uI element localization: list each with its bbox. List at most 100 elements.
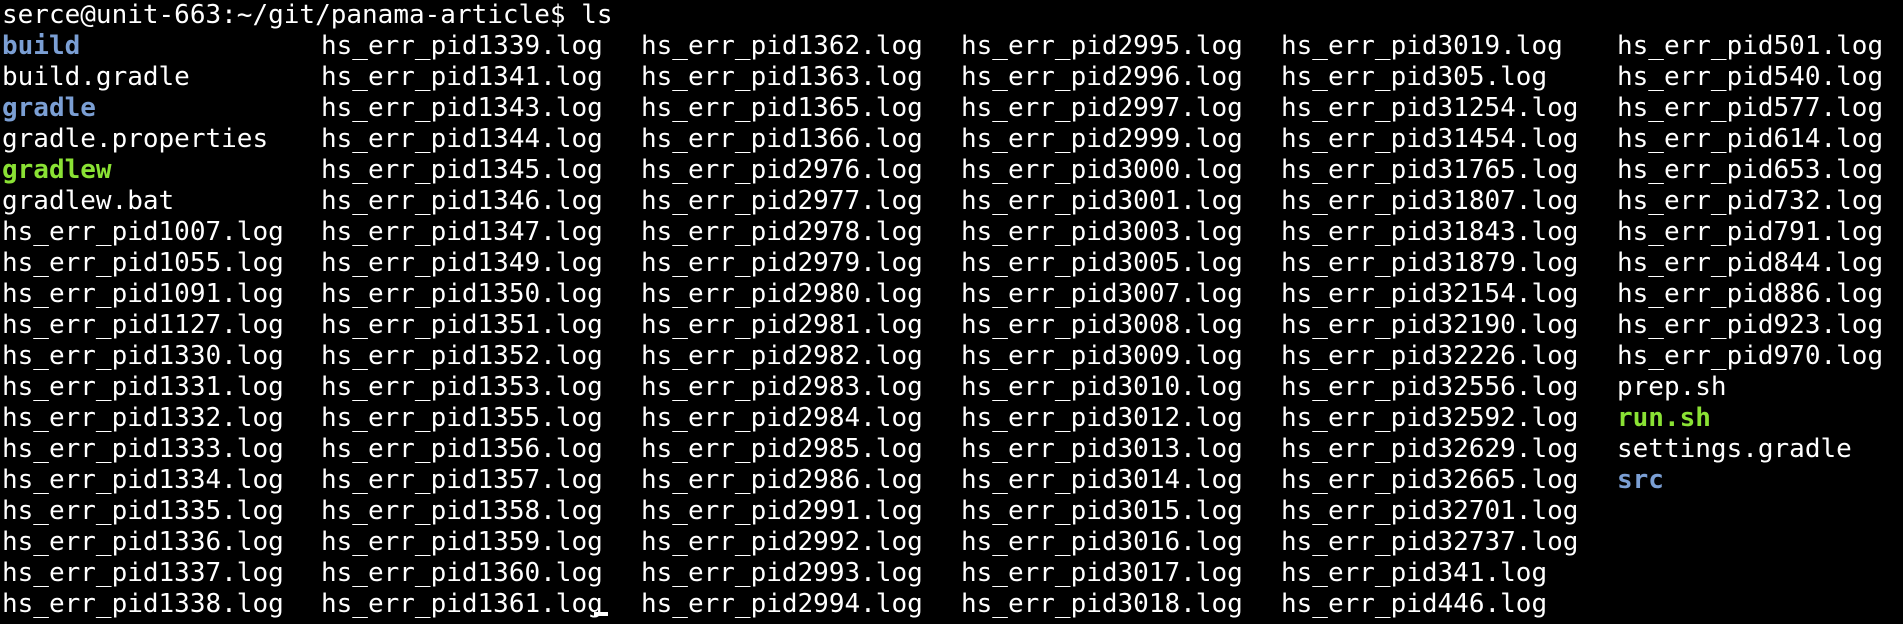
directory-entry: gradle (2, 93, 96, 123)
file-entry: gradlew.bat (2, 186, 175, 216)
file-entry: hs_err_pid1091.log (2, 279, 284, 309)
file-entry: hs_err_pid1365.log (641, 93, 923, 123)
file-entry: hs_err_pid32154.log (1281, 279, 1579, 309)
file-entry: hs_err_pid2999.log (961, 124, 1243, 154)
file-entry: hs_err_pid1363.log (641, 62, 923, 92)
file-entry: hs_err_pid970.log (1617, 341, 1884, 371)
file-entry: hs_err_pid3019.log (1281, 31, 1563, 61)
file-entry: hs_err_pid32226.log (1281, 341, 1579, 371)
file-entry: hs_err_pid2994.log (641, 589, 923, 619)
file-entry: hs_err_pid3007.log (961, 279, 1243, 309)
file-entry: hs_err_pid653.log (1617, 155, 1884, 185)
file-entry: hs_err_pid2979.log (641, 248, 923, 278)
file-entry: hs_err_pid1356.log (321, 434, 603, 464)
file-entry: hs_err_pid1345.log (321, 155, 603, 185)
executable-entry: run.sh (1617, 403, 1711, 433)
file-entry: hs_err_pid31843.log (1281, 217, 1579, 247)
file-entry: hs_err_pid1357.log (321, 465, 603, 495)
file-entry: hs_err_pid540.log (1617, 62, 1884, 92)
file-entry: hs_err_pid31254.log (1281, 93, 1579, 123)
file-entry: hs_err_pid2986.log (641, 465, 923, 495)
file-entry: hs_err_pid1366.log (641, 124, 923, 154)
file-entry: hs_err_pid2981.log (641, 310, 923, 340)
file-entry: hs_err_pid3005.log (961, 248, 1243, 278)
file-entry: hs_err_pid31454.log (1281, 124, 1579, 154)
file-entry: hs_err_pid341.log (1281, 558, 1548, 588)
file-entry: hs_err_pid3017.log (961, 558, 1243, 588)
file-entry: hs_err_pid1351.log (321, 310, 603, 340)
file-entry: gradle.properties (2, 124, 269, 154)
file-entry: hs_err_pid32190.log (1281, 310, 1579, 340)
file-entry: hs_err_pid923.log (1617, 310, 1884, 340)
file-entry: hs_err_pid1007.log (2, 217, 284, 247)
file-entry: hs_err_pid614.log (1617, 124, 1884, 154)
file-entry: hs_err_pid1338.log (2, 589, 284, 619)
text-cursor (594, 612, 608, 616)
file-entry: hs_err_pid32592.log (1281, 403, 1579, 433)
file-entry: hs_err_pid1360.log (321, 558, 603, 588)
file-entry: hs_err_pid1331.log (2, 372, 284, 402)
file-entry: hs_err_pid2992.log (641, 527, 923, 557)
command-text: ls (581, 0, 613, 30)
shell-prompt: serce@unit-663:~/git/panama-article$ (2, 0, 566, 30)
listing-column-6: hs_err_pid501.log hs_err_pid540.log hs_err… (1617, 31, 1883, 496)
file-entry: hs_err_pid1341.log (321, 62, 603, 92)
file-entry: hs_err_pid2978.log (641, 217, 923, 247)
file-entry: hs_err_pid2982.log (641, 341, 923, 371)
file-entry: hs_err_pid3015.log (961, 496, 1243, 526)
file-entry: hs_err_pid1344.log (321, 124, 603, 154)
file-entry: hs_err_pid1336.log (2, 527, 284, 557)
file-entry: hs_err_pid886.log (1617, 279, 1884, 309)
executable-entry: gradlew (2, 155, 112, 185)
file-entry: hs_err_pid1346.log (321, 186, 603, 216)
file-entry: hs_err_pid577.log (1617, 93, 1884, 123)
file-entry: build.gradle (2, 62, 190, 92)
file-entry: hs_err_pid3001.log (961, 186, 1243, 216)
file-entry: hs_err_pid31879.log (1281, 248, 1579, 278)
file-entry: hs_err_pid2995.log (961, 31, 1243, 61)
file-entry: hs_err_pid1335.log (2, 496, 284, 526)
terminal-window[interactable]: serce@unit-663:~/git/panama-article$ ls … (0, 0, 1903, 624)
file-entry: hs_err_pid2991.log (641, 496, 923, 526)
file-entry: hs_err_pid305.log (1281, 62, 1548, 92)
file-entry: hs_err_pid1333.log (2, 434, 284, 464)
file-entry: hs_err_pid844.log (1617, 248, 1884, 278)
file-entry: hs_err_pid1334.log (2, 465, 284, 495)
file-entry: hs_err_pid3009.log (961, 341, 1243, 371)
file-entry: hs_err_pid1349.log (321, 248, 603, 278)
file-entry: hs_err_pid501.log (1617, 31, 1884, 61)
file-entry: hs_err_pid2997.log (961, 93, 1243, 123)
listing-column-2: hs_err_pid1339.log hs_err_pid1341.log hs_e… (321, 31, 603, 620)
file-entry: hs_err_pid1337.log (2, 558, 284, 588)
command-line: serce@unit-663:~/git/panama-article$ ls (2, 0, 613, 31)
file-entry: hs_err_pid791.log (1617, 217, 1884, 247)
file-entry: hs_err_pid31807.log (1281, 186, 1579, 216)
file-entry: hs_err_pid2985.log (641, 434, 923, 464)
file-entry: hs_err_pid1343.log (321, 93, 603, 123)
file-entry: hs_err_pid3003.log (961, 217, 1243, 247)
file-entry: hs_err_pid2993.log (641, 558, 923, 588)
listing-column-3: hs_err_pid1362.log hs_err_pid1363.log hs_e… (641, 31, 923, 620)
file-entry: prep.sh (1617, 372, 1727, 402)
file-entry: hs_err_pid1358.log (321, 496, 603, 526)
file-entry: hs_err_pid2977.log (641, 186, 923, 216)
file-entry: hs_err_pid32629.log (1281, 434, 1579, 464)
file-entry: hs_err_pid446.log (1281, 589, 1548, 619)
file-entry: hs_err_pid1347.log (321, 217, 603, 247)
file-entry: hs_err_pid2976.log (641, 155, 923, 185)
file-entry: hs_err_pid3013.log (961, 434, 1243, 464)
file-entry: hs_err_pid2984.log (641, 403, 923, 433)
file-entry: hs_err_pid1355.log (321, 403, 603, 433)
listing-column-4: hs_err_pid2995.log hs_err_pid2996.log hs_e… (961, 31, 1243, 620)
file-entry: hs_err_pid32665.log (1281, 465, 1579, 495)
file-entry: hs_err_pid3014.log (961, 465, 1243, 495)
file-entry: hs_err_pid2996.log (961, 62, 1243, 92)
file-entry: hs_err_pid1353.log (321, 372, 603, 402)
file-entry: hs_err_pid1352.log (321, 341, 603, 371)
listing-column-1: build build.gradle gradle gradle.properties… (2, 31, 284, 620)
file-entry: hs_err_pid3012.log (961, 403, 1243, 433)
file-entry: hs_err_pid1330.log (2, 341, 284, 371)
file-entry: hs_err_pid1350.log (321, 279, 603, 309)
file-entry: hs_err_pid1361.log (321, 589, 603, 619)
file-entry: hs_err_pid1055.log (2, 248, 284, 278)
